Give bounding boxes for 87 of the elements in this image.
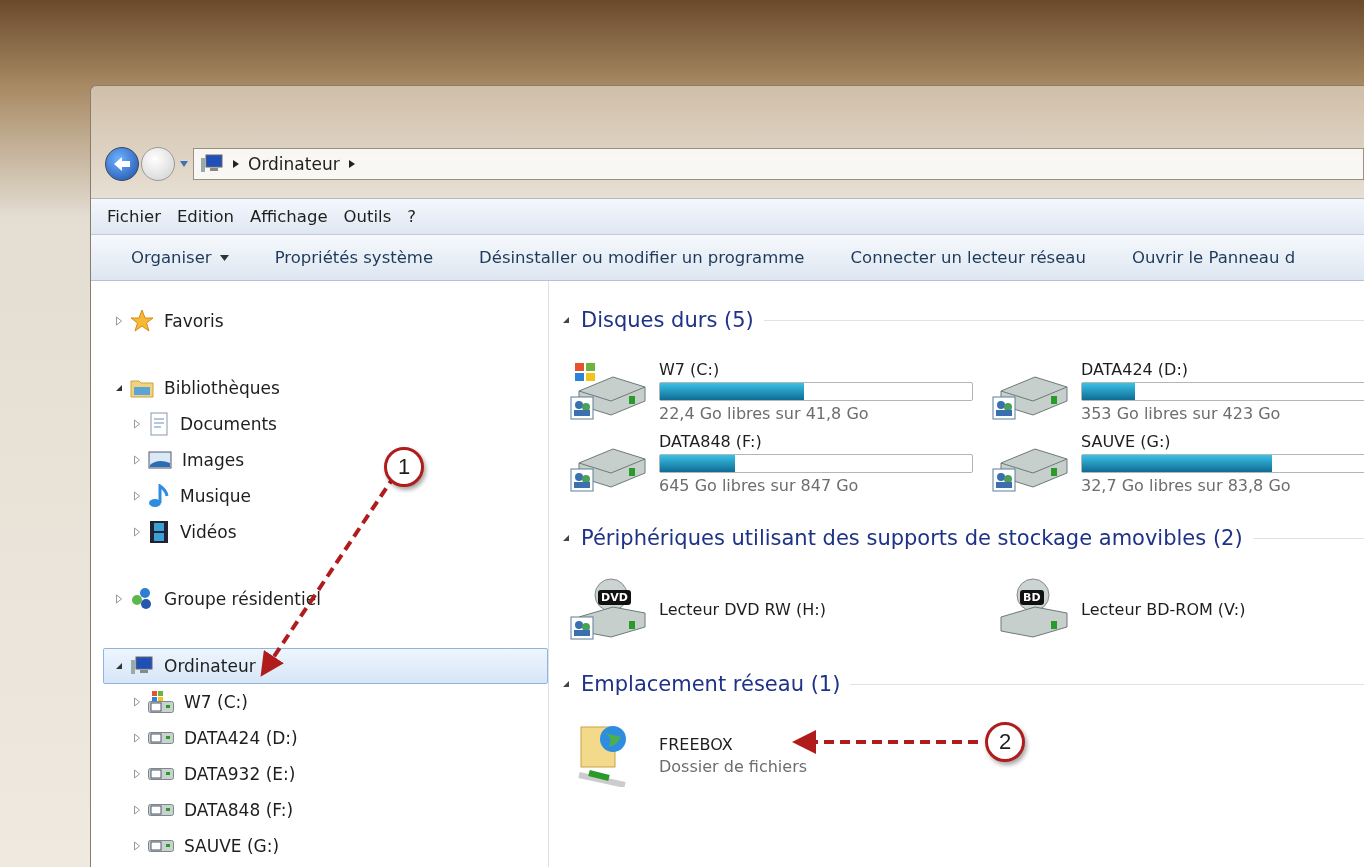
group-heading[interactable]: Périphériques utilisant des supports de stockage amovibles (2) — [581, 526, 1243, 550]
tree-item[interactable]: Images — [103, 442, 246, 478]
group-heading[interactable]: Emplacement réseau (1) — [581, 672, 841, 696]
expand-arrow-icon[interactable] — [132, 419, 142, 429]
disc-label: BD — [1020, 590, 1044, 605]
tree-item-label: DATA424 (D:) — [184, 728, 298, 748]
free-space-text: 645 Go libres sur 847 Go — [659, 475, 860, 495]
expand-arrow-icon[interactable] — [132, 527, 142, 537]
tree-item[interactable]: DATA932 (E:) — [103, 756, 297, 792]
music-note-icon — [148, 484, 170, 508]
address-bar[interactable]: Ordinateur — [193, 148, 1364, 180]
toolbar-button[interactable]: Désinstaller ou modifier un programme — [479, 245, 805, 270]
tree-item[interactable]: W7 (C:) — [103, 684, 249, 720]
toolbar-button[interactable]: Connecter un lecteur réseau — [850, 245, 1086, 270]
expand-arrow-icon[interactable] — [132, 805, 142, 815]
tree-item[interactable]: Documents — [103, 406, 278, 442]
menu-item[interactable]: Edition — [170, 203, 241, 230]
expand-arrow-icon[interactable] — [114, 594, 124, 604]
collapse-arrow-icon[interactable] — [114, 661, 124, 671]
toolbar-button[interactable]: Propriétés système — [274, 245, 434, 270]
chevron-icon[interactable] — [232, 159, 240, 169]
expand-arrow-icon[interactable] — [132, 733, 142, 743]
menu-item[interactable]: Fichier — [101, 203, 167, 230]
drive-icon — [148, 804, 174, 816]
expand-arrow-icon[interactable] — [132, 769, 142, 779]
drive-name: W7 (C:) — [659, 359, 721, 379]
tree-item-label: W7 (C:) — [184, 692, 248, 712]
drive-name: DATA848 (F:) — [659, 431, 763, 451]
drive-name: SAUVE (G:) — [1081, 431, 1172, 451]
image-icon — [148, 449, 172, 471]
computer-icon — [200, 154, 224, 174]
tree-item-label: Ordinateur — [164, 656, 256, 676]
collapse-arrow-icon[interactable] — [114, 383, 124, 393]
expand-arrow-icon[interactable] — [132, 697, 142, 707]
tree-item-label: Favoris — [164, 311, 224, 331]
group-heading[interactable]: Disques durs (5) — [581, 308, 754, 332]
free-space-text: 32,7 Go libres sur 83,8 Go — [1081, 475, 1292, 495]
tree-item[interactable]: Ordinateur — [103, 648, 548, 684]
tree-item-label: DATA848 (F:) — [184, 800, 294, 820]
toolbar-button[interactable]: Organiser — [131, 245, 229, 270]
tree-item-label: DATA932 (E:) — [184, 764, 296, 784]
tree-item[interactable]: SAUVE (G:) — [103, 828, 281, 864]
breadcrumb[interactable]: Ordinateur — [248, 154, 340, 174]
collapse-arrow-icon[interactable] — [561, 679, 571, 689]
tree-item-label: Vidéos — [180, 522, 237, 542]
tree-item[interactable]: Musique — [103, 478, 253, 514]
menu-item[interactable]: ? — [401, 203, 422, 230]
free-space-text: 353 Go libres sur 423 Go — [1081, 403, 1282, 423]
tree-item[interactable]: DATA848 (F:) — [103, 792, 295, 828]
drive-icon — [148, 732, 174, 744]
item-subtitle: Dossier de fichiers — [659, 756, 808, 776]
drive-name: Lecteur BD-ROM (V:) — [1081, 599, 1246, 619]
back-arrow-icon — [112, 155, 132, 173]
collapse-arrow-icon[interactable] — [561, 315, 571, 325]
drive-icon — [148, 768, 174, 780]
film-icon — [148, 520, 170, 544]
menu-item[interactable]: Outils — [337, 203, 398, 230]
tree-item-label: Images — [182, 450, 245, 470]
expand-arrow-icon[interactable] — [132, 841, 142, 851]
tree-item[interactable]: Bibliothèques — [103, 370, 281, 406]
drive-name: DATA424 (D:) — [1081, 359, 1190, 379]
chevron-icon[interactable] — [347, 159, 356, 169]
recent-pages-caret-icon[interactable] — [179, 160, 189, 168]
tree-item-label: Bibliothèques — [164, 378, 280, 398]
computer-icon — [130, 655, 154, 677]
expand-arrow-icon[interactable] — [114, 316, 124, 326]
tree-item[interactable]: Vidéos — [103, 514, 238, 550]
collapse-arrow-icon[interactable] — [561, 533, 571, 543]
menu-item[interactable]: Affichage — [244, 203, 334, 230]
caret-icon — [219, 254, 229, 261]
tree-item-label: Musique — [180, 486, 252, 506]
system-drive-icon — [148, 691, 174, 713]
document-icon — [148, 412, 170, 436]
tree-item[interactable]: Favoris — [103, 303, 225, 339]
tree-item-label: SAUVE (G:) — [184, 836, 280, 856]
expand-arrow-icon[interactable] — [132, 455, 142, 465]
free-space-text: 22,4 Go libres sur 41,8 Go — [659, 403, 870, 423]
drive-name: FREEBOX — [659, 734, 734, 754]
tree-item[interactable]: DATA424 (D:) — [103, 720, 299, 756]
drive-name: Lecteur DVD RW (H:) — [659, 599, 826, 619]
expand-arrow-icon[interactable] — [132, 491, 142, 501]
toolbar-button[interactable]: Ouvrir le Panneau d — [1131, 245, 1296, 270]
star-icon — [130, 309, 154, 333]
tree-item-label: Documents — [180, 414, 277, 434]
homegroup-icon — [130, 587, 154, 611]
drive-icon — [148, 840, 174, 852]
disc-label: DVD — [598, 590, 631, 605]
